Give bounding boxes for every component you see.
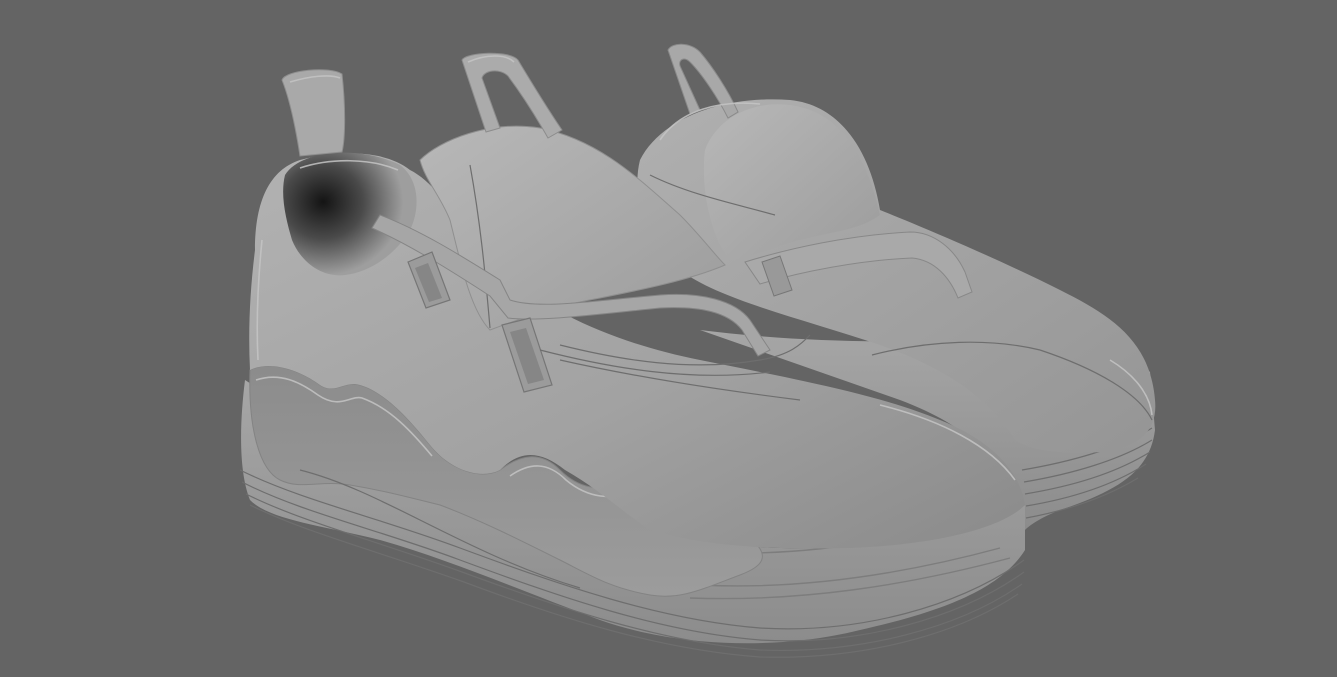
sneaker-left-pull-loop	[461, 52, 563, 139]
3d-viewport[interactable]	[0, 0, 1337, 677]
sneaker-left-heel-loop	[281, 69, 346, 157]
sneaker-right-pull-loop	[667, 43, 739, 119]
viewport-canvas[interactable]	[0, 0, 1337, 677]
